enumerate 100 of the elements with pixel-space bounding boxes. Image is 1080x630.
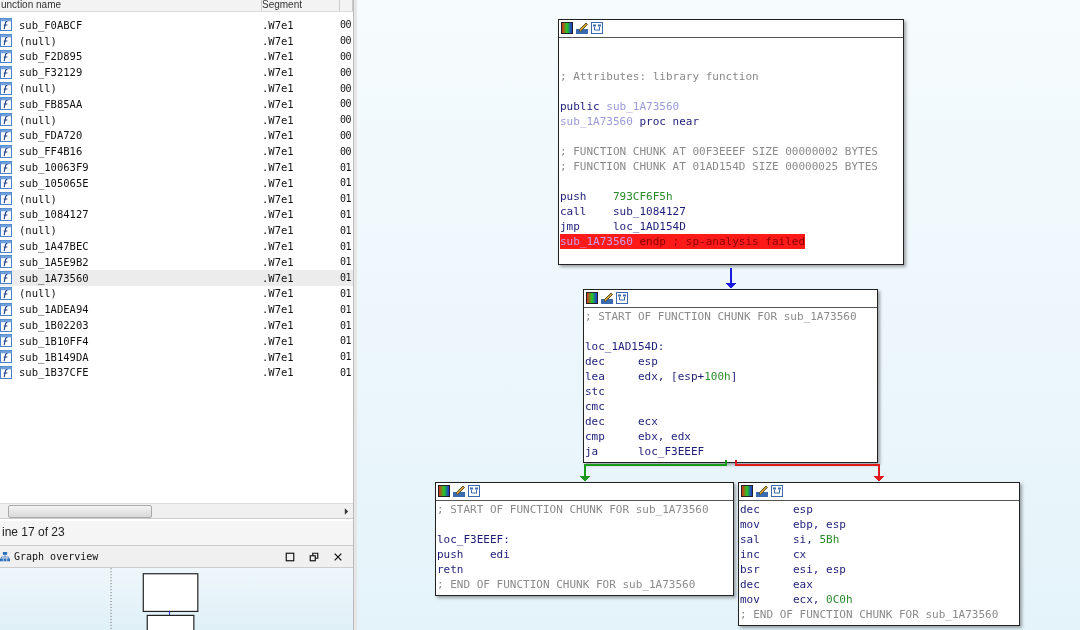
segment-cell-text: .W7e1	[262, 319, 295, 332]
code-line: push edi	[437, 547, 510, 562]
pencil-icon[interactable]	[576, 22, 588, 34]
segment-cell-text: .W7e1	[262, 176, 295, 189]
function-name: (null)	[18, 82, 58, 95]
function-row[interactable]: sub_F0ABCF .W7e1 00	[0, 17, 353, 33]
code-line: dec eax	[740, 577, 813, 592]
column-header[interactable]: Segment	[262, 0, 340, 11]
column-header[interactable]: unction name	[0, 0, 262, 11]
pencil-icon[interactable]	[601, 292, 613, 304]
maximize-icon[interactable]	[285, 551, 295, 562]
function-row[interactable]: sub_1B37CFE .W7e1 01	[0, 364, 353, 381]
table-cell: 01	[340, 366, 353, 378]
close-icon[interactable]	[333, 551, 343, 562]
code-line: ; FUNCTION CHUNK AT 01AD154D SIZE 00000025 BYTES	[560, 159, 878, 174]
code-line: dec esp	[740, 502, 813, 517]
function-row[interactable]: sub_1A73560 .W7e1 01	[0, 269, 353, 286]
function-name: sub_10063F9	[18, 161, 90, 174]
table-cell: 00	[340, 114, 353, 126]
function-name: sub_1B37CFE	[18, 366, 90, 379]
status-text: ine 17 of 23	[0, 521, 353, 545]
segment-cell-text: .W7e1	[262, 161, 295, 174]
table-cell: 01	[340, 256, 353, 268]
code-line: sub_1A73560 proc near	[560, 114, 700, 129]
segment-cell-text: .W7e1	[262, 271, 295, 284]
graph-icon[interactable]	[771, 485, 783, 497]
pencil-icon[interactable]	[756, 485, 768, 497]
function-row[interactable]: sub_FDA720 .W7e1 00	[0, 127, 353, 144]
function-name: (null)	[18, 113, 58, 126]
table-cell: 00	[340, 66, 353, 78]
function-row[interactable]: sub_F32129 .W7e1 00	[0, 64, 353, 81]
function-name: (null)	[18, 34, 58, 47]
scroll-right-icon[interactable]	[344, 507, 349, 515]
function-row[interactable]: sub_1B149DA .W7e1 01	[0, 348, 353, 365]
table-cell: 01	[340, 351, 353, 363]
table-cell: 00	[340, 19, 353, 31]
code-block[interactable]: dec esp mov ebp, esp sal si, 5Bh inc cx bsr esi, esp dec eax mov ecx, 0C0h ; END OF FUNCTION CHUNK FOR sub_1A73560	[738, 482, 1020, 626]
table-cell: 01	[340, 161, 353, 173]
graph-icon[interactable]	[591, 22, 603, 34]
code-block[interactable]	[558, 19, 904, 265]
function-row[interactable]: sub_FB85AA .W7e1 00	[0, 96, 353, 112]
segment-cell-text: .W7e1	[262, 208, 295, 221]
segment-cell-text: .W7e1	[262, 50, 295, 63]
code-line: bsr esi, esp	[740, 562, 846, 577]
code-line: ; END OF FUNCTION CHUNK FOR sub_1A73560	[437, 577, 696, 592]
pencil-icon[interactable]	[453, 485, 465, 497]
color-icon[interactable]	[561, 22, 573, 34]
function-row[interactable]: (null) .W7e1 00	[0, 32, 353, 49]
table-cell: 01	[340, 193, 353, 205]
panel-title: Graph overview	[14, 551, 99, 562]
color-icon[interactable]	[438, 485, 450, 497]
function-row[interactable]: (null) .W7e1 00	[0, 80, 353, 96]
code-block[interactable]: ; START OF FUNCTION CHUNK FOR sub_1A73560 loc_F3EEEF: push edi retn ; END OF FUNCTION CHUNK FOR sub_1A73560	[435, 482, 734, 596]
segment-cell-text: .W7e1	[262, 34, 295, 47]
code-line: ; FUNCTION CHUNK AT 00F3EEEF SIZE 00000002 BYTES	[560, 144, 878, 159]
segment-cell-text: .W7e1	[262, 97, 295, 110]
function-name: (null)	[18, 224, 58, 237]
function-row[interactable]: sub_1A5E9B2 .W7e1 01	[0, 253, 353, 270]
function-row[interactable]: (null) .W7e1 00	[0, 111, 353, 128]
horizontal-scrollbar[interactable]	[0, 503, 353, 519]
graph-icon[interactable]	[616, 292, 628, 304]
color-icon[interactable]	[586, 292, 598, 304]
graph-icon[interactable]	[468, 485, 480, 497]
segment-cell-text: .W7e1	[262, 287, 295, 300]
function-name: sub_F2D895	[18, 50, 84, 63]
code-line: dec esp	[585, 354, 658, 369]
code-line: dec ecx	[585, 414, 658, 429]
function-name: sub_F32129	[18, 66, 84, 79]
segment-cell-text: .W7e1	[262, 18, 295, 31]
function-row[interactable]: sub_FF4B16 .W7e1 00	[0, 143, 353, 160]
function-row[interactable]: sub_1ADEA94 .W7e1 01	[0, 301, 353, 318]
function-name: sub_1084127	[18, 208, 90, 221]
table-cell: 01	[340, 287, 353, 299]
code-line: push 793CF6F5h	[560, 189, 673, 204]
segment-cell-text: .W7e1	[262, 113, 295, 126]
code-line: public sub_1A73560	[560, 99, 680, 114]
segment-cell-text: .W7e1	[262, 192, 295, 205]
function-row[interactable]: sub_1B02203 .W7e1 01	[0, 317, 353, 333]
code-block[interactable]: ; START OF FUNCTION CHUNK FOR sub_1A73560 loc_1AD154D: dec esp lea edx, [esp+100h] stc cmc dec ecx cmp ebx, edx ja loc_F3EEEF	[583, 289, 878, 463]
segment-cell-text: .W7e1	[262, 240, 295, 253]
table-cell: 00	[340, 82, 353, 94]
color-icon[interactable]	[741, 485, 753, 497]
code-line: lea edx, [esp+100h]	[585, 369, 738, 384]
scrollbar-thumb[interactable]	[8, 505, 152, 518]
function-row[interactable]: (null) .W7e1 01	[0, 222, 353, 239]
function-row[interactable]: sub_1B10FF4 .W7e1 01	[0, 332, 353, 349]
function-row[interactable]: sub_105065E .W7e1 01	[0, 174, 353, 191]
function-row[interactable]: sub_F2D895 .W7e1 00	[0, 48, 353, 65]
function-row[interactable]: (null) .W7e1 01	[0, 285, 353, 302]
segment-cell-text: .W7e1	[262, 303, 295, 316]
restore-icon[interactable]	[309, 551, 319, 562]
function-row[interactable]: sub_1A47BEC .W7e1 01	[0, 238, 353, 254]
segment-cell-text: .W7e1	[262, 145, 295, 158]
code-line: retn	[437, 562, 465, 577]
function-row[interactable]: sub_10063F9 .W7e1 01	[0, 159, 353, 175]
function-row[interactable]: (null) .W7e1 01	[0, 190, 353, 207]
function-row[interactable]: sub_1084127 .W7e1 01	[0, 206, 353, 223]
table-cell: 01	[340, 319, 353, 331]
table-cell: 01	[340, 303, 353, 315]
table-cell: 01	[340, 224, 353, 236]
